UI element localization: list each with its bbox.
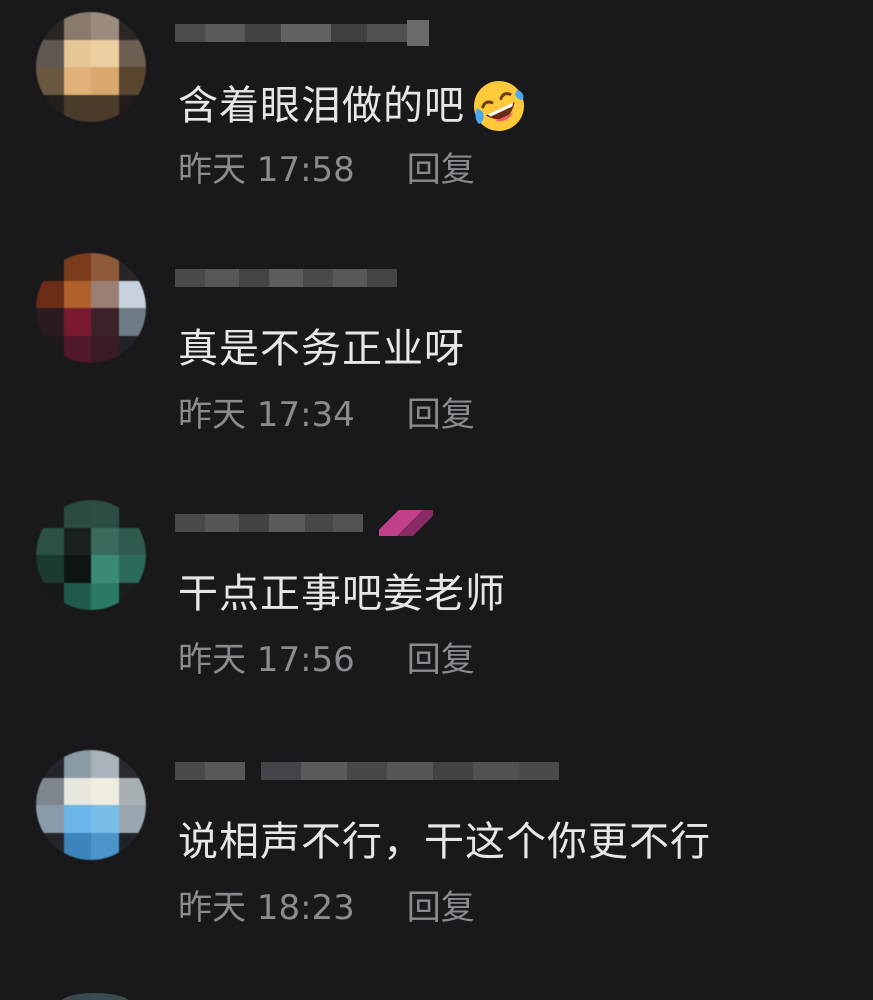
comment-item: 含着眼泪做的吧 昨天 17:58 回复	[0, 0, 873, 240]
comment-text: 真是不务正业呀	[178, 323, 465, 375]
timestamp: 昨天 17:34	[178, 395, 355, 435]
comment-text-content: 说相声不行，干这个你更不行	[178, 819, 711, 865]
avatar[interactable]	[36, 253, 146, 363]
comment-text: 干点正事吧姜老师	[178, 568, 506, 620]
timestamp: 昨天 18:23	[178, 888, 355, 928]
timestamp: 昨天 17:56	[178, 640, 355, 680]
badge-blurred	[379, 510, 433, 536]
comment-text-content: 含着眼泪做的吧	[178, 83, 465, 129]
avatar[interactable]	[36, 12, 146, 122]
reply-button[interactable]: 回复	[407, 393, 475, 437]
reply-button[interactable]: 回复	[407, 638, 475, 682]
avatar[interactable]	[36, 500, 146, 610]
comment-list: 含着眼泪做的吧 昨天 17:58 回复 真是不务正业呀 昨天 17:34 回复 …	[0, 0, 873, 1000]
avatar[interactable]	[36, 750, 146, 860]
username-blurred[interactable]	[175, 508, 433, 544]
comment-item: 说相声不行，干这个你更不行 昨天 18:23 回复	[0, 738, 873, 978]
comment-text: 说相声不行，干这个你更不行	[178, 816, 711, 868]
timestamp: 昨天 17:58	[178, 150, 355, 190]
comment-meta: 昨天 17:34 回复	[178, 393, 475, 437]
username-blurred[interactable]	[175, 18, 429, 54]
comment-meta: 昨天 17:58 回复	[178, 148, 475, 192]
comment-item: 干点正事吧姜老师 昨天 17:56 回复	[0, 490, 873, 730]
comment-meta: 昨天 17:56 回复	[178, 638, 475, 682]
reply-button[interactable]: 回复	[407, 148, 475, 192]
username-blurred[interactable]	[175, 756, 559, 792]
rolling-on-floor-laughing-icon	[471, 78, 527, 134]
comment-text: 含着眼泪做的吧	[178, 78, 527, 134]
username-blurred[interactable]	[175, 263, 397, 299]
comment-item: 真是不务正业呀 昨天 17:34 回复	[0, 245, 873, 485]
reply-button[interactable]: 回复	[407, 886, 475, 930]
comment-text-content: 干点正事吧姜老师	[178, 571, 506, 617]
avatar-partial[interactable]	[60, 993, 130, 1000]
comment-meta: 昨天 18:23 回复	[178, 886, 475, 930]
comment-text-content: 真是不务正业呀	[178, 326, 465, 372]
